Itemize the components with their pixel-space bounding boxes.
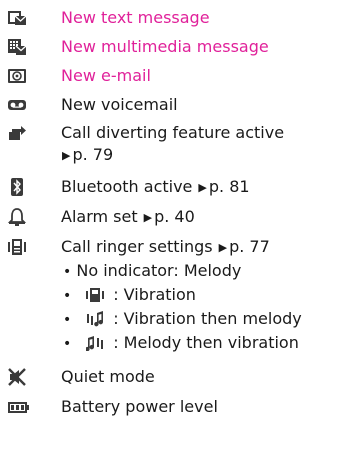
indicator-label: New e-mail — [61, 66, 151, 85]
indicator-row-bluetooth: Bluetooth active ▶ p. 81 — [0, 175, 351, 199]
indicator-label: New multimedia message — [61, 37, 269, 56]
vibration-then-melody-icon — [87, 311, 104, 327]
indicator-row-quiet-mode: Quiet mode — [0, 365, 351, 389]
call-divert-icon — [9, 126, 26, 140]
ringer-option: • : Vibration then melody — [63, 308, 351, 332]
indicator-row-ringer: Call ringer settings ▶ p. 77 — [0, 235, 351, 259]
indicator-row-text-message: New text message — [0, 6, 351, 30]
indicator-label: Call ringer settings ▶ p. 77 — [61, 237, 270, 256]
indicator-label: Battery power level — [61, 397, 218, 416]
voicemail-icon — [8, 100, 26, 110]
indicator-row-multimedia-message: New multimedia message — [0, 35, 351, 59]
ringer-option: • No indicator: Melody — [63, 261, 242, 280]
indicator-label: New voicemail — [61, 95, 178, 114]
quiet-mode-icon — [8, 368, 26, 386]
alarm-bell-icon — [7, 208, 27, 226]
indicator-label: Call diverting feature active — [61, 123, 285, 142]
indicator-label: Bluetooth active ▶ p. 81 — [61, 177, 250, 196]
indicator-row-battery: Battery power level — [0, 395, 351, 419]
arrow-right-icon: ▶ — [62, 149, 71, 162]
indicator-label: Quiet mode — [61, 367, 155, 386]
indicator-row-voicemail: New voicemail — [0, 93, 351, 117]
bullet: • — [63, 336, 72, 352]
page-ref: p. 40 — [154, 207, 195, 226]
arrow-right-icon: ▶ — [198, 181, 207, 194]
bullet: • — [63, 312, 72, 328]
sms-envelope-icon — [8, 11, 27, 25]
mms-message-icon — [8, 39, 27, 55]
vibration-icon — [86, 288, 105, 302]
bullet: • — [63, 288, 72, 304]
bullet: • — [63, 264, 72, 280]
indicator-label: New text message — [61, 8, 210, 27]
page-ref: p. 81 — [208, 177, 250, 196]
ringer-option: • : Melody then vibration — [63, 332, 351, 356]
indicator-row-call-divert: Call diverting feature active — [0, 121, 351, 145]
ringer-settings-icon — [8, 239, 26, 255]
arrow-right-icon: ▶ — [143, 211, 153, 224]
indicator-label: Alarm set ▶ p. 40 — [61, 207, 195, 226]
ringer-option: • : Vibration — [63, 284, 351, 308]
indicator-row-alarm: Alarm set ▶ p. 40 — [0, 205, 351, 229]
page-ref: p. 77 — [229, 237, 270, 256]
melody-then-vibration-icon — [86, 336, 104, 351]
page-ref: p. 79 — [72, 145, 114, 164]
indicator-page-reference: ▶ p. 79 — [61, 144, 349, 168]
battery-icon — [8, 402, 29, 413]
email-icon — [8, 69, 26, 83]
indicator-row-email: New e-mail — [0, 64, 351, 88]
arrow-right-icon: ▶ — [218, 241, 228, 254]
bluetooth-icon — [11, 178, 23, 196]
